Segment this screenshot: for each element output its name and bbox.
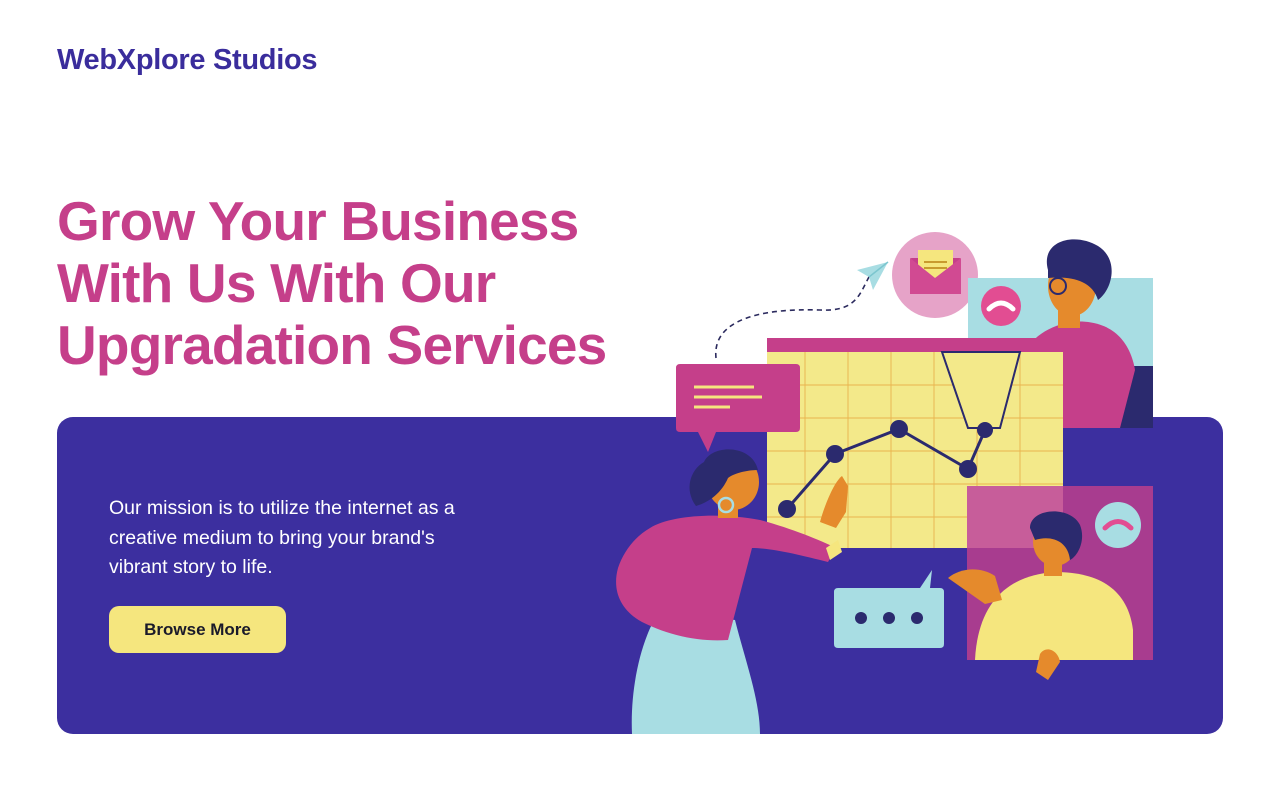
hero-illustration	[616, 232, 1153, 734]
phone-hangup-icon-2	[1095, 502, 1141, 548]
mission-text: Our mission is to utilize the internet a…	[109, 494, 559, 583]
mission-line: creative medium to bring your brand's	[109, 526, 435, 549]
mission-line: Our mission is to utilize the internet a…	[109, 497, 455, 519]
browse-more-button[interactable]: Browse More	[109, 606, 286, 653]
phone-hangup-icon	[981, 286, 1021, 326]
person-left-body	[616, 515, 836, 641]
brand-logo[interactable]: WebXplore Studios	[57, 44, 318, 77]
mission-line: vibrant story to life.	[109, 556, 273, 578]
typing-bubble	[834, 570, 944, 648]
